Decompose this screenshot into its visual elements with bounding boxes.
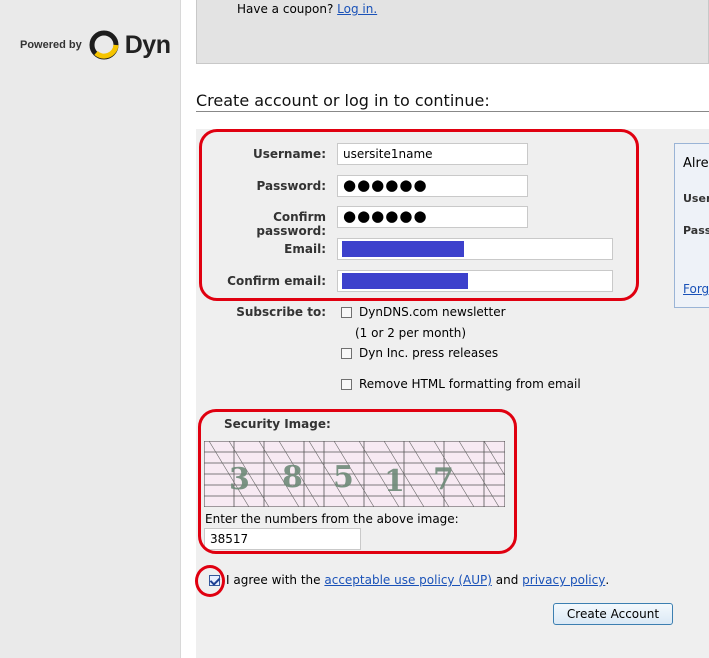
press-releases-checkbox[interactable] xyxy=(341,347,352,359)
captcha-digit-1: 3 xyxy=(229,462,250,497)
security-image-label: Security Image: xyxy=(224,417,331,431)
forgot-link[interactable]: Forg xyxy=(683,282,709,296)
newsletter-checkbox[interactable] xyxy=(341,306,352,318)
login-panel: Alre User Pass Forg xyxy=(674,143,709,308)
agree-checkbox[interactable] xyxy=(209,574,220,586)
email-label: Email: xyxy=(284,242,326,256)
captcha-digit-3: 5 xyxy=(333,460,354,495)
agree-prefix: I agree with the xyxy=(226,573,321,587)
newsletter-frequency-note: (1 or 2 per month) xyxy=(355,326,467,340)
newsletter-option[interactable]: DynDNS.com newsletter xyxy=(341,305,506,319)
remove-html-option[interactable]: Remove HTML formatting from email xyxy=(341,377,581,391)
aup-link[interactable]: acceptable use policy (AUP) xyxy=(324,573,492,587)
coupon-prompt: Have a coupon? xyxy=(237,2,334,16)
dyn-brand-text: Dyn xyxy=(124,30,171,59)
confirm-password-input[interactable]: ●●●●●● xyxy=(337,206,528,228)
login-heading: Alre xyxy=(683,156,709,171)
captcha-digit-4: 1 xyxy=(384,464,405,499)
captcha-digit-5: 7 xyxy=(433,462,454,497)
agreement-row: I agree with the acceptable use policy (… xyxy=(209,573,609,587)
subscribe-label: Subscribe to: xyxy=(236,305,326,319)
confirm-email-input[interactable] xyxy=(337,270,613,292)
password-label: Password: xyxy=(256,179,327,193)
login-username-label: User xyxy=(683,192,709,205)
login-password-label: Pass xyxy=(683,224,709,237)
powered-by-label: Powered by xyxy=(20,39,82,51)
captcha-digit-2: 8 xyxy=(282,460,303,495)
dyn-logo-icon xyxy=(89,30,119,60)
privacy-policy-link[interactable]: privacy policy xyxy=(522,573,605,587)
newsletter-label: DynDNS.com newsletter xyxy=(359,305,506,319)
sidebar: Powered by Dyn xyxy=(0,0,181,658)
coupon-box: Have a coupon? Log in. xyxy=(196,0,709,64)
confirm-password-label: Confirm password: xyxy=(256,210,326,238)
confirm-email-redaction xyxy=(342,273,468,289)
email-redaction xyxy=(342,241,464,257)
remove-html-checkbox[interactable] xyxy=(341,378,352,390)
password-input[interactable]: ●●●●●● xyxy=(337,175,528,197)
username-input[interactable] xyxy=(337,143,528,165)
press-releases-option[interactable]: Dyn Inc. press releases xyxy=(341,346,498,360)
remove-html-label: Remove HTML formatting from email xyxy=(359,377,581,391)
press-releases-label: Dyn Inc. press releases xyxy=(359,346,499,360)
confirm-email-label: Confirm email: xyxy=(227,274,326,288)
page-title: Create account or log in to continue: xyxy=(196,91,709,112)
email-input[interactable] xyxy=(337,238,613,260)
coupon-text: Have a coupon? Log in. xyxy=(237,2,377,16)
captcha-instruction: Enter the numbers from the above image: xyxy=(205,512,459,526)
agree-and: and xyxy=(495,573,519,587)
username-label: Username: xyxy=(252,147,326,161)
coupon-login-link[interactable]: Log in. xyxy=(337,2,377,16)
create-account-button[interactable]: Create Account xyxy=(553,603,673,625)
captcha-image: 3 8 5 1 7 xyxy=(204,441,505,507)
powered-by-dyn[interactable]: Powered by Dyn xyxy=(20,28,171,62)
agree-suffix: . xyxy=(605,573,610,587)
captcha-input[interactable] xyxy=(204,528,361,550)
